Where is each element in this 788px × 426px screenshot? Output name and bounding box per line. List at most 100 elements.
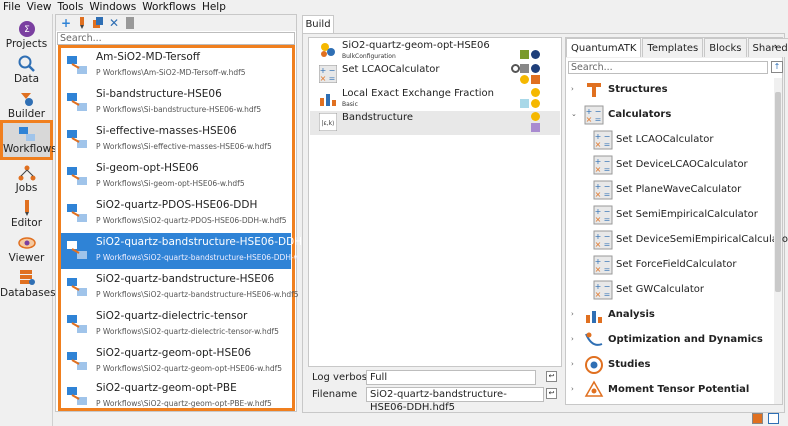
tree-item-set-device-lcao[interactable]: + − × = Set DeviceLCAOCalculator bbox=[566, 153, 774, 177]
expand-arrow-icon[interactable]: › bbox=[571, 85, 574, 93]
tab-quantumatk[interactable]: QuantumATK bbox=[566, 38, 642, 57]
svg-text:×: × bbox=[320, 74, 327, 83]
expand-arrow-icon[interactable]: › bbox=[571, 335, 574, 343]
tree-item-optimization[interactable]: › Optimization and Dynamics bbox=[566, 328, 774, 352]
svg-text:=: = bbox=[329, 74, 336, 83]
menu-file[interactable]: File bbox=[3, 1, 21, 13]
bandstructure-icon: |ε,k⟩ bbox=[319, 113, 337, 131]
workflow-search-input[interactable]: Search... bbox=[57, 32, 295, 45]
block-set-lcao-calculator[interactable]: + − × = Set LCAOCalculator bbox=[310, 63, 560, 87]
nav-projects[interactable]: Σ Projects bbox=[0, 18, 53, 54]
nav-workflows[interactable]: Workflows bbox=[0, 120, 57, 160]
block-configuration[interactable]: SiO2-quartz-geom-opt-HSE06 BulkConfigura… bbox=[310, 39, 560, 63]
workflow-item[interactable]: Si-bandstructure-HSE06 P Workflows\Si-ba… bbox=[61, 85, 291, 121]
analysis-icon bbox=[586, 311, 602, 323]
block-subtitle: BulkConfiguration bbox=[342, 53, 396, 60]
collapse-arrow-icon[interactable]: ⌄ bbox=[571, 110, 577, 118]
library-tree: › Structures ⌄ + − × = Calculators + − × = Set… bbox=[566, 78, 788, 404]
nav-jobs[interactable]: Jobs bbox=[0, 162, 53, 198]
tab-build[interactable]: Build bbox=[302, 15, 334, 33]
tree-item-set-gw[interactable]: + − × = Set GWCalculator bbox=[566, 278, 774, 302]
block-bandstructure[interactable]: |ε,k⟩ Bandstructure bbox=[310, 111, 560, 135]
tab-blocks[interactable]: Blocks bbox=[704, 38, 747, 57]
tree-item-set-planewave[interactable]: + − × = Set PlaneWaveCalculator bbox=[566, 178, 774, 202]
nav-data[interactable]: Data bbox=[0, 53, 53, 89]
input-dot-icon bbox=[531, 112, 540, 121]
menu-tools[interactable]: Tools bbox=[58, 1, 84, 13]
tree-item-set-forcefield[interactable]: + − × = Set ForceFieldCalculator bbox=[566, 253, 774, 277]
output-dot-icon bbox=[520, 75, 529, 84]
workflow-item[interactable]: Si-effective-masses-HSE06 P Workflows\Si… bbox=[61, 122, 291, 158]
block-local-exact-exchange[interactable]: Local Exact Exchange Fraction Basic bbox=[310, 87, 560, 111]
workflow-title: SiO2-quartz-PDOS-HSE06-DDH bbox=[96, 199, 258, 211]
nav-viewer[interactable]: Viewer bbox=[0, 232, 53, 268]
status-icon-1[interactable] bbox=[752, 413, 763, 424]
svg-text:×: × bbox=[595, 165, 602, 174]
library-scrollbar[interactable] bbox=[774, 78, 782, 404]
workflow-icon bbox=[67, 167, 87, 185]
menu-windows[interactable]: Windows bbox=[89, 1, 136, 13]
workflow-item[interactable]: Si-geom-opt-HSE06 P Workflows\Si-geom-op… bbox=[61, 159, 291, 195]
output-dot-icon bbox=[531, 99, 540, 108]
library-search-input[interactable]: Search... bbox=[568, 61, 768, 74]
nav-editor[interactable]: Editor bbox=[0, 197, 53, 233]
calculator-icon: + −× = bbox=[593, 255, 613, 275]
delete-icon[interactable]: ✕ bbox=[107, 16, 121, 30]
add-icon[interactable]: + bbox=[59, 16, 73, 30]
workflow-item[interactable]: Am-SiO2-MD-Tersoff P Workflows\Am-SiO2-M… bbox=[61, 48, 291, 84]
workflow-item[interactable]: SiO2-quartz-geom-opt-PBE P Workflows\SiO… bbox=[61, 379, 291, 415]
tab-scroll-arrow-icon[interactable]: › bbox=[774, 42, 778, 52]
projects-icon: Σ bbox=[18, 21, 35, 37]
workflow-item[interactable]: SiO2-quartz-geom-opt-HSE06 P Workflows\S… bbox=[61, 344, 291, 380]
menu-view[interactable]: View bbox=[27, 1, 52, 13]
tree-item-set-semiempirical[interactable]: + − × = Set SemiEmpiricalCalculator bbox=[566, 203, 774, 227]
workflows-icon bbox=[18, 127, 35, 141]
menu-help[interactable]: Help bbox=[202, 1, 226, 13]
copy-icon[interactable] bbox=[91, 16, 105, 30]
tree-label: Set DeviceLCAOCalculator bbox=[616, 159, 748, 170]
nav-databases[interactable]: Databases bbox=[0, 267, 56, 303]
nav-builder-label: Builder bbox=[7, 108, 46, 120]
databases-icon bbox=[19, 270, 35, 285]
workflow-item[interactable]: SiO2-quartz-PDOS-HSE06-DDH P Workflows\S… bbox=[61, 196, 291, 232]
workflow-item[interactable]: SiO2-quartz-dielectric-tensor P Workflow… bbox=[61, 307, 291, 343]
tab-shared-blocks[interactable]: Shared Blo bbox=[747, 38, 788, 57]
filename-input[interactable]: SiO2-quartz-bandstructure-HSE06-DDH.hdf5 bbox=[366, 387, 544, 413]
tree-label: Studies bbox=[608, 359, 651, 370]
tree-item-set-device-semiempirical[interactable]: + − × = Set DeviceSemiEmpiricalCalculator bbox=[566, 228, 788, 252]
workflow-path: P Workflows\SiO2-quartz-geom-opt-PBE-w.h… bbox=[96, 399, 272, 408]
document-icon[interactable] bbox=[123, 16, 137, 30]
expand-arrow-icon[interactable]: › bbox=[571, 310, 574, 318]
svg-text:=: = bbox=[604, 265, 611, 274]
tree-label: Moment Tensor Potential bbox=[608, 384, 750, 395]
tree-item-studies[interactable]: › Studies bbox=[566, 353, 774, 377]
scroll-thumb[interactable] bbox=[775, 92, 781, 292]
tree-label: Set GWCalculator bbox=[616, 284, 705, 295]
tree-item-analysis[interactable]: › Analysis bbox=[566, 303, 774, 327]
workflow-title: Si-bandstructure-HSE06 bbox=[96, 88, 222, 100]
workflow-item-selected[interactable]: SiO2-quartz-bandstructure-HSE06-DDH P Wo… bbox=[61, 233, 318, 269]
status-icon-2[interactable] bbox=[768, 413, 779, 424]
tab-templates[interactable]: Templates bbox=[642, 38, 704, 57]
workflow-title: Si-effective-masses-HSE06 bbox=[96, 125, 237, 137]
calculator-icon: + −× = bbox=[319, 65, 337, 83]
search-up-icon[interactable]: ↑ bbox=[771, 61, 783, 73]
tree-item-moment-tensor[interactable]: › Moment Tensor Potential bbox=[566, 378, 774, 402]
workflow-icon bbox=[67, 56, 87, 74]
expand-arrow-icon[interactable]: › bbox=[571, 385, 574, 393]
svg-text:×: × bbox=[595, 215, 602, 224]
tree-label: Calculators bbox=[608, 109, 672, 120]
browse-icon[interactable]: ↩ bbox=[546, 388, 557, 399]
run-icon[interactable] bbox=[75, 16, 89, 30]
menu-workflows[interactable]: Workflows bbox=[142, 1, 196, 13]
log-verbosity-select[interactable]: Full bbox=[366, 370, 536, 385]
tree-item-calculators[interactable]: ⌄ + − × = Calculators bbox=[566, 103, 774, 127]
tree-item-structures[interactable]: › Structures bbox=[566, 78, 774, 102]
output-dot-icon bbox=[531, 64, 540, 73]
expand-arrow-icon[interactable]: › bbox=[571, 360, 574, 368]
studies-icon bbox=[585, 356, 603, 374]
nav-builder[interactable]: Builder bbox=[0, 88, 53, 124]
tree-item-set-lcao[interactable]: + − × = Set LCAOCalculator bbox=[566, 128, 774, 152]
reset-icon[interactable]: ↩ bbox=[546, 371, 557, 382]
workflow-item[interactable]: SiO2-quartz-bandstructure-HSE06 P Workfl… bbox=[61, 270, 299, 306]
